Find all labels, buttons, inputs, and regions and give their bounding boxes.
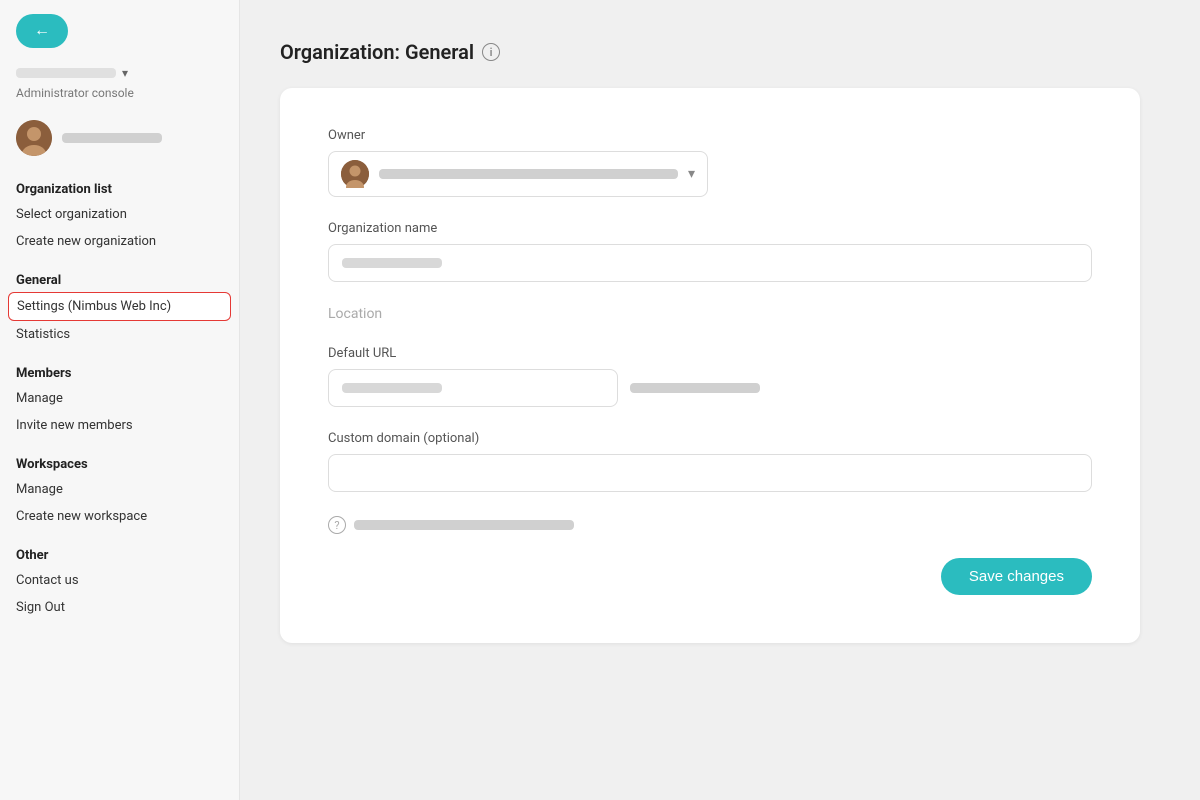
custom-domain-input[interactable]: [328, 454, 1092, 492]
page-title: Organization: General i: [280, 40, 1160, 64]
owner-select[interactable]: ▾: [328, 151, 708, 197]
section-title-members: Members: [0, 356, 239, 385]
default-url-input[interactable]: [328, 369, 618, 407]
sidebar-item-statistics[interactable]: Statistics: [0, 321, 239, 348]
location-section: Location: [328, 306, 1092, 322]
org-name-label: Organization name: [328, 221, 1092, 236]
hint-row: ?: [328, 516, 1092, 534]
org-selector-text: [16, 68, 116, 78]
save-changes-button[interactable]: Save changes: [941, 558, 1092, 595]
default-url-label: Default URL: [328, 346, 1092, 361]
info-icon[interactable]: i: [482, 43, 500, 61]
sidebar-item-workspaces-manage[interactable]: Manage: [0, 476, 239, 503]
hint-text-placeholder: [354, 520, 574, 530]
section-title-workspaces: Workspaces: [0, 447, 239, 476]
sidebar-item-contact-us[interactable]: Contact us: [0, 567, 239, 594]
owner-field-group: Owner ▾: [328, 128, 1092, 197]
back-button[interactable]: ←: [16, 14, 68, 48]
url-row: [328, 369, 1092, 407]
main-content: Organization: General i Owner ▾ Organiza: [240, 0, 1200, 800]
nav-section-general: General Settings (Nimbus Web Inc) Statis…: [0, 263, 239, 356]
sidebar-item-create-workspace[interactable]: Create new workspace: [0, 503, 239, 530]
owner-avatar: [341, 160, 369, 188]
sidebar-item-sign-out[interactable]: Sign Out: [0, 594, 239, 621]
default-url-field-group: Default URL: [328, 346, 1092, 407]
chevron-down-icon: ▾: [122, 66, 128, 80]
org-name-input-wrap: [328, 244, 1092, 282]
url-suffix-placeholder: [630, 383, 760, 393]
sidebar-nav: Organization list Select organization Cr…: [0, 172, 239, 629]
form-card: Owner ▾ Organization name: [280, 88, 1140, 643]
username-placeholder: [62, 133, 162, 143]
avatar: [16, 120, 52, 156]
sidebar-item-settings[interactable]: Settings (Nimbus Web Inc): [8, 292, 231, 321]
nav-section-org-list: Organization list Select organization Cr…: [0, 172, 239, 263]
sidebar: ← ▾ Administrator console Organization l…: [0, 0, 240, 800]
org-name-field-group: Organization name: [328, 221, 1092, 282]
nav-section-workspaces: Workspaces Manage Create new workspace: [0, 447, 239, 538]
sidebar-item-create-org[interactable]: Create new organization: [0, 228, 239, 255]
owner-chevron-icon: ▾: [688, 166, 695, 182]
owner-label: Owner: [328, 128, 1092, 143]
sidebar-item-select-org[interactable]: Select organization: [0, 201, 239, 228]
default-url-input-wrap: [328, 369, 618, 407]
org-selector[interactable]: ▾: [16, 66, 223, 80]
user-row: [16, 120, 223, 156]
location-label: Location: [328, 306, 1092, 322]
nav-section-members: Members Manage Invite new members: [0, 356, 239, 447]
section-title-general: General: [0, 263, 239, 292]
org-name-input[interactable]: [328, 244, 1092, 282]
owner-name-placeholder: [379, 169, 678, 179]
hint-icon: ?: [328, 516, 346, 534]
sidebar-item-invite-members[interactable]: Invite new members: [0, 412, 239, 439]
default-url-input-container: [328, 369, 618, 407]
sidebar-item-members-manage[interactable]: Manage: [0, 385, 239, 412]
section-title-other: Other: [0, 538, 239, 567]
arrow-icon: ←: [34, 22, 50, 40]
custom-domain-label: Custom domain (optional): [328, 431, 1092, 446]
nav-section-other: Other Contact us Sign Out: [0, 538, 239, 629]
admin-console-label: Administrator console: [16, 86, 223, 100]
section-title-org-list: Organization list: [0, 172, 239, 201]
custom-domain-field-group: Custom domain (optional): [328, 431, 1092, 492]
